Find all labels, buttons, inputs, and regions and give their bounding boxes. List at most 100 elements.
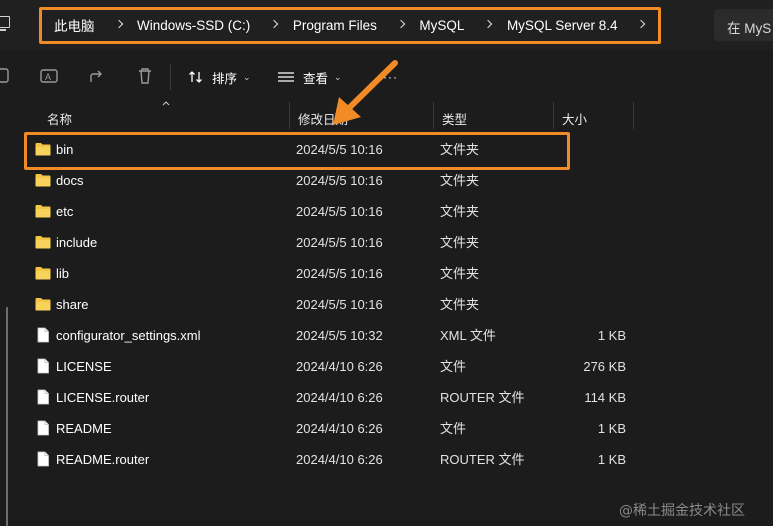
svg-text:A: A: [45, 72, 51, 82]
breadcrumb-this-pc[interactable]: 此电脑: [54, 15, 95, 35]
chevron-right-icon[interactable]: [114, 19, 121, 31]
file-name: README.router: [56, 452, 150, 467]
file-size: 1 KB: [597, 452, 626, 467]
command-bar: A 排序 ⌄ 查看 ⌄ ···: [0, 50, 773, 102]
file-type: 文件夹: [440, 235, 480, 250]
file-row-configurator-settings-xml[interactable]: configurator_settings.xml 2024/5/5 10:32 X…: [17, 320, 773, 351]
folder-icon: [35, 174, 51, 187]
sort-ascending-icon: [162, 101, 170, 106]
file-size: [557, 258, 626, 289]
file-size: 1 KB: [597, 421, 626, 436]
file-date: 2024/4/10 6:26: [296, 390, 383, 405]
file-date: 2024/5/5 10:16: [296, 142, 383, 157]
column-header-date[interactable]: 修改日期: [290, 102, 434, 129]
copy-icon[interactable]: [0, 67, 12, 85]
chevron-right-icon[interactable]: [636, 19, 643, 31]
file-date: 2024/4/10 6:26: [296, 452, 383, 467]
chevron-right-icon[interactable]: [269, 19, 276, 31]
more-options-button[interactable]: ···: [383, 70, 398, 84]
folder-icon: [35, 205, 51, 218]
column-header-type[interactable]: 类型: [434, 102, 554, 129]
file-name: bin: [56, 142, 74, 157]
column-header-row: 名称 修改日期 类型 大小: [17, 101, 773, 129]
file-name: README: [56, 421, 112, 436]
column-header-size[interactable]: 大小: [554, 102, 634, 129]
breadcrumb-program-files[interactable]: Program Files: [293, 18, 377, 33]
breadcrumb-drive-c[interactable]: Windows-SSD (C:): [137, 18, 250, 33]
column-size-label: 大小: [562, 113, 588, 127]
file-row-lib[interactable]: lib 2024/5/5 10:16 文件夹: [17, 258, 773, 289]
chevron-right-icon[interactable]: [483, 19, 490, 31]
toolbar-divider: [170, 64, 171, 90]
file-date: 2024/5/5 10:16: [296, 266, 383, 281]
file-row-docs[interactable]: docs 2024/5/5 10:16 文件夹: [17, 165, 773, 196]
file-size: 1 KB: [597, 328, 626, 343]
column-date-label: 修改日期: [298, 113, 349, 127]
file-row-bin[interactable]: bin 2024/5/5 10:16 文件夹: [17, 134, 773, 165]
file-date: 2024/5/5 10:16: [296, 297, 383, 312]
file-icon: [37, 451, 49, 467]
rename-icon[interactable]: A: [40, 67, 58, 85]
sort-button[interactable]: 排序 ⌄: [188, 66, 251, 88]
file-date: 2024/4/10 6:26: [296, 359, 383, 374]
file-name: lib: [56, 266, 70, 281]
delete-icon[interactable]: [136, 67, 154, 85]
file-icon: [37, 420, 49, 436]
file-type: ROUTER 文件: [440, 452, 525, 467]
file-icon: [37, 327, 49, 343]
folder-icon: [35, 298, 51, 311]
chevron-down-icon: ⌄: [243, 71, 251, 82]
search-input[interactable]: 在 MyS: [714, 9, 773, 41]
file-type: 文件夹: [440, 266, 480, 281]
file-name: docs: [56, 173, 84, 188]
address-bar: 此电脑 Windows-SSD (C:) Program Files MySQL…: [0, 0, 773, 50]
folder-icon: [35, 143, 51, 156]
file-date: 2024/5/5 10:16: [296, 235, 383, 250]
file-type: 文件夹: [440, 142, 480, 157]
file-icon: [37, 358, 49, 374]
file-size: 276 KB: [583, 359, 626, 374]
file-type: 文件夹: [440, 173, 480, 188]
file-name: share: [56, 297, 89, 312]
file-row-license[interactable]: LICENSE 2024/4/10 6:26 文件 276 KB: [17, 351, 773, 382]
chevron-right-icon[interactable]: [396, 19, 403, 31]
file-row-readme[interactable]: README 2024/4/10 6:26 文件 1 KB: [17, 413, 773, 444]
file-icon: [37, 389, 49, 405]
file-name: include: [56, 235, 98, 250]
file-type: 文件夹: [440, 204, 480, 219]
file-type: 文件: [440, 421, 467, 436]
file-row-etc[interactable]: etc 2024/5/5 10:16 文件夹: [17, 196, 773, 227]
file-row-share[interactable]: share 2024/5/5 10:16 文件夹: [17, 289, 773, 320]
file-row-readme-router[interactable]: README.router 2024/4/10 6:26 ROUTER 文件 1 KB: [17, 444, 773, 475]
nav-pane-scrollbar[interactable]: [0, 102, 17, 526]
share-icon[interactable]: [88, 67, 106, 85]
file-name: LICENSE: [56, 359, 112, 374]
file-type: 文件: [440, 359, 467, 374]
file-row-include[interactable]: include 2024/5/5 10:16 文件夹: [17, 227, 773, 258]
file-size: [557, 227, 626, 258]
scrollbar-thumb[interactable]: [6, 307, 8, 526]
file-name: configurator_settings.xml: [56, 328, 201, 343]
folder-icon: [35, 267, 51, 280]
view-icon: [278, 72, 294, 82]
column-type-label: 类型: [442, 113, 468, 127]
sort-label: 排序: [212, 71, 238, 86]
breadcrumb-mysql[interactable]: MySQL: [419, 18, 464, 33]
column-header-name[interactable]: 名称: [39, 102, 290, 129]
breadcrumb-mysql-server[interactable]: MySQL Server 8.4: [507, 18, 618, 33]
folder-icon: [35, 236, 51, 249]
file-size: [557, 289, 626, 320]
file-type: ROUTER 文件: [440, 390, 525, 405]
file-date: 2024/5/5 10:32: [296, 328, 383, 343]
file-size: [557, 134, 626, 165]
breadcrumb: 此电脑 Windows-SSD (C:) Program Files MySQL…: [40, 7, 660, 43]
chevron-down-icon: ⌄: [334, 71, 342, 82]
view-button[interactable]: 查看 ⌄: [277, 66, 342, 88]
this-pc-icon[interactable]: [0, 16, 10, 31]
file-name: LICENSE.router: [56, 390, 150, 405]
file-type: XML 文件: [440, 328, 496, 343]
column-name-label: 名称: [47, 113, 73, 127]
file-row-license-router[interactable]: LICENSE.router 2024/4/10 6:26 ROUTER 文件 114…: [17, 382, 773, 413]
file-size: [557, 196, 626, 227]
file-name: etc: [56, 204, 74, 219]
